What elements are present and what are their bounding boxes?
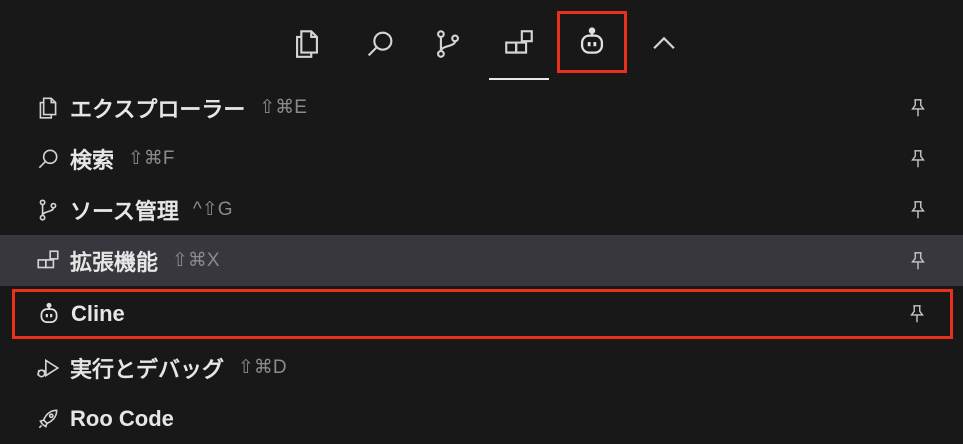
search-icon[interactable] (356, 20, 404, 68)
pin-icon[interactable] (907, 199, 929, 221)
menu-item-label: Roo Code (70, 405, 174, 431)
menu-item-shortcut: ⇧⌘F (128, 148, 175, 169)
menu-item-label: エクスプローラー (70, 96, 246, 122)
search-icon (34, 145, 62, 173)
pin-icon[interactable] (906, 303, 928, 325)
rocket-icon (34, 405, 62, 433)
source-control-icon[interactable] (424, 20, 472, 68)
menu-item-extensions[interactable]: 拡張機能 ⇧⌘X (0, 235, 963, 286)
menu-item-label: ソース管理 (70, 198, 179, 224)
files-icon (34, 94, 62, 122)
menu-item-shortcut: ^⇧G (192, 199, 233, 220)
extensions-icon[interactable] (489, 20, 549, 80)
extensions-icon (34, 247, 62, 275)
menu-item-label: 検索 (70, 147, 115, 173)
menu-item-shortcut: ⇧⌘D (238, 357, 287, 378)
run-debug-icon (34, 354, 62, 382)
explorer-icon[interactable] (283, 20, 331, 68)
pin-icon[interactable] (907, 250, 929, 272)
menu-item-label: 拡張機能 (70, 249, 159, 275)
menu-item-label: 実行とデバッグ (70, 356, 225, 382)
source-control-icon (34, 196, 62, 224)
activity-bar (0, 0, 963, 82)
menu-item-explorer[interactable]: エクスプローラー ⇧⌘E (0, 82, 963, 133)
pin-icon[interactable] (907, 148, 929, 170)
menu-item-run-debug[interactable]: 実行とデバッグ ⇧⌘D (0, 342, 963, 393)
view-menu: エクスプローラー ⇧⌘E 検索 ⇧⌘F ソース管理 ^⇧G 拡張機能 ⇧⌘X C… (0, 82, 963, 444)
cline-robot-icon[interactable] (557, 11, 627, 73)
menu-item-shortcut: ⇧⌘X (172, 250, 220, 271)
menu-item-source-control[interactable]: ソース管理 ^⇧G (0, 184, 963, 235)
menu-item-cline[interactable]: Cline (12, 289, 953, 339)
menu-item-roo-code[interactable]: Roo Code (0, 393, 963, 444)
menu-item-label: Cline (71, 301, 125, 326)
menu-item-shortcut: ⇧⌘E (259, 97, 307, 118)
pin-icon[interactable] (907, 97, 929, 119)
menu-item-search[interactable]: 検索 ⇧⌘F (0, 133, 963, 184)
chevron-up-icon[interactable] (640, 20, 688, 68)
cline-robot-icon (35, 300, 63, 328)
